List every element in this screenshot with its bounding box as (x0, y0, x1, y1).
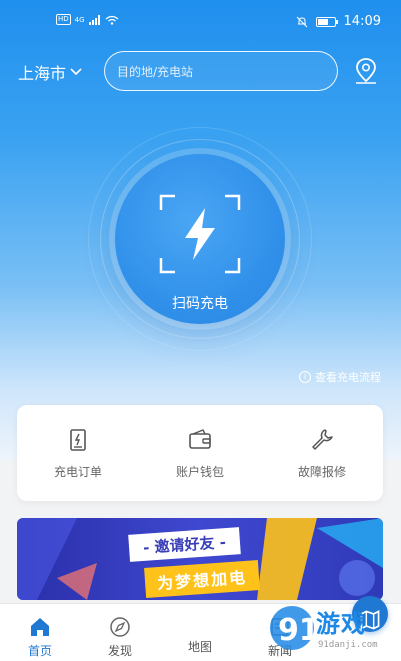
status-bar: HD 4G 14:09 (0, 0, 401, 40)
compass-icon (110, 617, 130, 637)
wallet-icon (189, 429, 211, 449)
hd-icon: HD (56, 14, 71, 25)
wrench-icon (312, 429, 333, 450)
charge-orders-button[interactable]: 充电订单 (17, 405, 139, 501)
lightning-icon (185, 208, 215, 260)
battery-icon (315, 16, 338, 27)
city-selector[interactable]: 上海市 (18, 60, 82, 84)
tab-home[interactable]: 首页 (10, 604, 70, 661)
tab-map[interactable]: 地图 (170, 596, 388, 661)
status-left: HD 4G (56, 14, 119, 25)
status-right: 14:09 (296, 14, 381, 29)
city-label: 上海市 (18, 64, 67, 83)
wallet-label: 账户钱包 (175, 465, 224, 479)
wifi-icon (105, 15, 118, 25)
charge-orders-label: 充电订单 (53, 465, 102, 479)
wallet-button[interactable]: 账户钱包 (139, 405, 261, 501)
scan-frame-icon (159, 194, 241, 274)
chevron-down-icon (70, 68, 82, 76)
tab-discover[interactable]: 发现 (90, 604, 150, 661)
order-icon (70, 429, 86, 451)
info-icon: i (299, 371, 311, 383)
scan-label: 扫码充电 (172, 296, 228, 312)
watermark-brand: 游戏 (316, 610, 366, 638)
map-pin-icon (356, 58, 376, 84)
status-time: 14:09 (343, 14, 381, 29)
fault-report-label: 故障报修 (297, 465, 346, 479)
scan-charge-button[interactable]: 扫码充电 (115, 154, 285, 324)
search-placeholder: 目的地/充电站 (117, 64, 194, 79)
search-input[interactable]: 目的地/充电站 (104, 51, 338, 91)
quick-actions-card: 充电订单 账户钱包 故障报修 (17, 405, 383, 501)
view-charge-flow-label: 查看充电流程 (315, 371, 381, 384)
watermark-url: 91danji.com (318, 640, 378, 650)
invite-friends-banner[interactable]: - 邀请好友 - 为梦想加电 (17, 518, 383, 600)
tab-map-label: 地图 (187, 640, 212, 654)
mute-bell-icon (296, 16, 307, 27)
location-button[interactable] (352, 56, 380, 86)
signal-icon (88, 14, 100, 25)
tab-home-label: 首页 (27, 644, 52, 658)
tab-discover-label: 发现 (107, 644, 132, 658)
svg-text:91: 91 (278, 613, 320, 648)
network-label: 4G (74, 15, 85, 24)
view-charge-flow-link[interactable]: i 查看充电流程 (299, 369, 381, 385)
fault-report-button[interactable]: 故障报修 (261, 405, 383, 501)
home-icon (31, 618, 49, 636)
